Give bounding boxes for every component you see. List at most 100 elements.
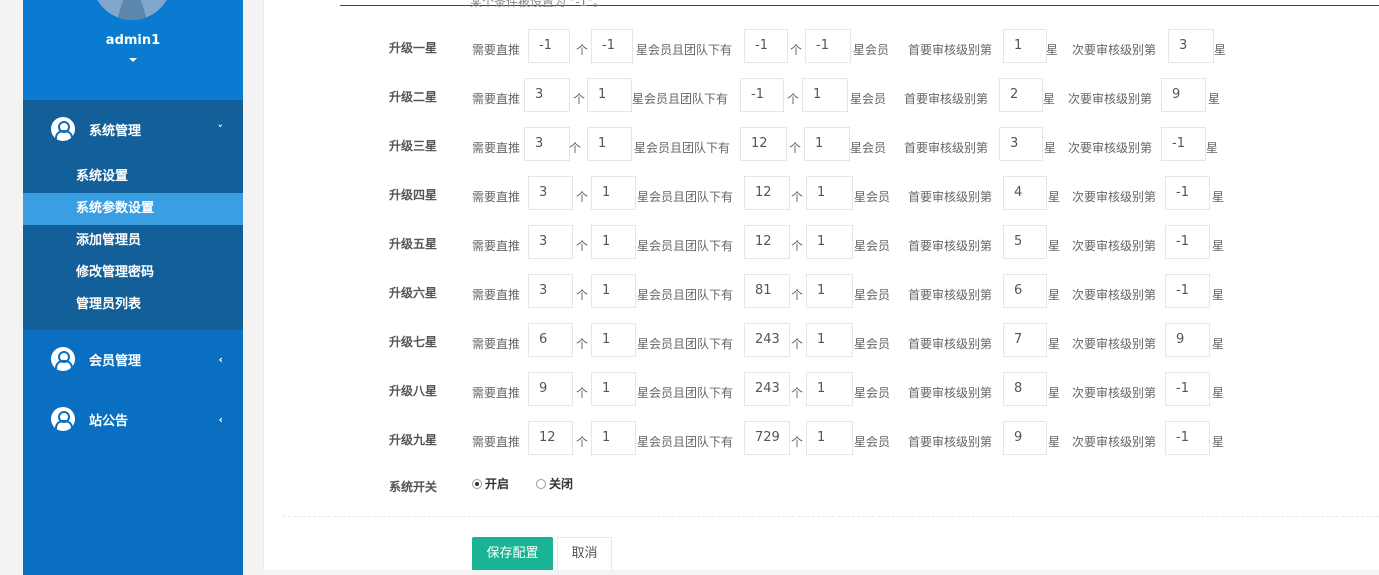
primary-level-input[interactable]: 7	[1003, 323, 1047, 357]
direct-star-input[interactable]: 1	[591, 372, 636, 406]
direct-star-input[interactable]: 1	[591, 323, 636, 357]
form-divider	[283, 516, 1379, 517]
direct-star-input[interactable]: 1	[591, 225, 636, 259]
primary-level-text: 首要审核级别第	[904, 92, 989, 106]
unit-text: 个	[573, 92, 586, 106]
team-count-input[interactable]: -1	[744, 29, 788, 63]
submenu-item-system-settings[interactable]: 系统设置	[23, 161, 243, 193]
submenu-item-change-password[interactable]: 修改管理密码	[23, 257, 243, 289]
primary-level-input[interactable]: 4	[1003, 176, 1047, 210]
direct-count-input[interactable]: -1	[528, 29, 570, 63]
star-text: 星	[1214, 43, 1227, 57]
primary-level-input[interactable]: 9	[1003, 421, 1047, 455]
radio-off[interactable]: 关闭	[536, 475, 573, 492]
menu-header-announcements[interactable]: 站公告 ‹	[23, 390, 243, 448]
chevron-down-icon[interactable]	[129, 58, 137, 62]
sidebar-edge	[0, 0, 23, 575]
avatar[interactable]	[92, 0, 172, 20]
star-text: 星	[1212, 386, 1225, 400]
direct-count-input[interactable]: 3	[528, 274, 573, 308]
team-text: 星会员且团队下有	[637, 337, 734, 351]
star-member-text: 星会员	[854, 337, 891, 351]
username[interactable]: admin1	[23, 33, 243, 48]
direct-count-input[interactable]: 3	[528, 225, 573, 259]
secondary-level-input[interactable]: -1	[1165, 372, 1210, 406]
team-count-input[interactable]: -1	[740, 78, 784, 112]
need-direct-text: 需要直推	[472, 386, 521, 400]
team-star-input[interactable]: 1	[806, 421, 853, 455]
team-count-input[interactable]: 12	[744, 176, 790, 210]
submenu-item-system-params[interactable]: 系统参数设置	[23, 193, 243, 225]
team-star-input[interactable]: 1	[802, 78, 848, 112]
secondary-level-input[interactable]: 3	[1168, 29, 1214, 63]
team-star-input[interactable]: 1	[806, 372, 853, 406]
team-star-input[interactable]: 1	[806, 323, 853, 357]
secondary-level-input[interactable]: 9	[1161, 78, 1206, 112]
cancel-button[interactable]: 取消	[557, 537, 612, 571]
secondary-level-text: 次要审核级别第	[1068, 141, 1153, 155]
star-text: 星	[1212, 239, 1225, 253]
direct-count-input[interactable]: 12	[528, 421, 573, 455]
direct-star-input[interactable]: 1	[587, 78, 632, 112]
profile-area: admin1	[23, 0, 243, 100]
team-star-input[interactable]: 1	[804, 127, 850, 161]
team-count-input[interactable]: 12	[744, 225, 790, 259]
sidebar-nav: admin1 系统管理 ˅ 系统设置 系统参数设置 添加管理员 修改管理密码 管…	[23, 0, 243, 575]
unit-text: 个	[576, 239, 589, 253]
need-direct-text: 需要直推	[472, 141, 521, 155]
secondary-level-input[interactable]: -1	[1161, 127, 1206, 161]
user-icon	[51, 407, 75, 431]
secondary-level-input[interactable]: -1	[1165, 274, 1210, 308]
unit-text: 个	[787, 92, 800, 106]
direct-star-input[interactable]: -1	[591, 29, 633, 63]
primary-level-input[interactable]: 1	[1003, 29, 1047, 63]
team-count-input[interactable]: 81	[744, 274, 790, 308]
chevron-left-icon: ‹	[218, 352, 223, 366]
save-button[interactable]: 保存配置	[472, 537, 553, 571]
star-member-text: 星会员	[854, 435, 891, 449]
menu-group-system: 系统管理 ˅ 系统设置 系统参数设置 添加管理员 修改管理密码 管理员列表	[23, 100, 243, 330]
star-text: 星	[1048, 239, 1061, 253]
secondary-level-input[interactable]: -1	[1165, 225, 1210, 259]
direct-count-input[interactable]: 3	[524, 78, 570, 112]
direct-star-input[interactable]: 1	[591, 421, 636, 455]
need-direct-text: 需要直推	[472, 288, 521, 302]
primary-level-input[interactable]: 8	[1003, 372, 1047, 406]
team-count-input[interactable]: 729	[744, 421, 790, 455]
menu-header-system[interactable]: 系统管理 ˅	[23, 100, 243, 158]
primary-level-input[interactable]: 2	[999, 78, 1043, 112]
primary-level-text: 首要审核级别第	[908, 190, 993, 204]
user-icon	[51, 117, 75, 141]
star-text: 星	[1212, 190, 1225, 204]
primary-level-input[interactable]: 5	[1003, 225, 1047, 259]
radio-dot	[536, 478, 546, 489]
unit-text: 个	[576, 43, 589, 57]
direct-star-input[interactable]: 1	[587, 127, 632, 161]
team-text: 星会员且团队下有	[634, 141, 731, 155]
team-star-input[interactable]: 1	[806, 176, 853, 210]
chevron-down-icon: ˅	[217, 122, 224, 136]
submenu-item-admin-list[interactable]: 管理员列表	[23, 289, 243, 321]
star-text: 星	[1044, 141, 1057, 155]
secondary-level-input[interactable]: 9	[1165, 323, 1210, 357]
radio-on[interactable]: 开启	[472, 475, 509, 492]
direct-count-input[interactable]: 3	[528, 176, 573, 210]
secondary-level-input[interactable]: -1	[1165, 176, 1210, 210]
unit-text: 个	[576, 288, 589, 302]
team-count-input[interactable]: 243	[744, 372, 790, 406]
team-star-input[interactable]: 1	[806, 274, 853, 308]
direct-count-input[interactable]: 3	[524, 127, 570, 161]
team-star-input[interactable]: -1	[805, 29, 851, 63]
submenu-item-add-admin[interactable]: 添加管理员	[23, 225, 243, 257]
direct-count-input[interactable]: 6	[528, 323, 573, 357]
team-count-input[interactable]: 12	[740, 127, 787, 161]
direct-count-input[interactable]: 9	[528, 372, 573, 406]
secondary-level-input[interactable]: -1	[1165, 421, 1210, 455]
menu-header-members[interactable]: 会员管理 ‹	[23, 330, 243, 388]
team-star-input[interactable]: 1	[806, 225, 853, 259]
direct-star-input[interactable]: 1	[591, 274, 636, 308]
primary-level-input[interactable]: 3	[999, 127, 1043, 161]
primary-level-input[interactable]: 6	[1003, 274, 1047, 308]
team-count-input[interactable]: 243	[744, 323, 790, 357]
direct-star-input[interactable]: 1	[591, 176, 636, 210]
